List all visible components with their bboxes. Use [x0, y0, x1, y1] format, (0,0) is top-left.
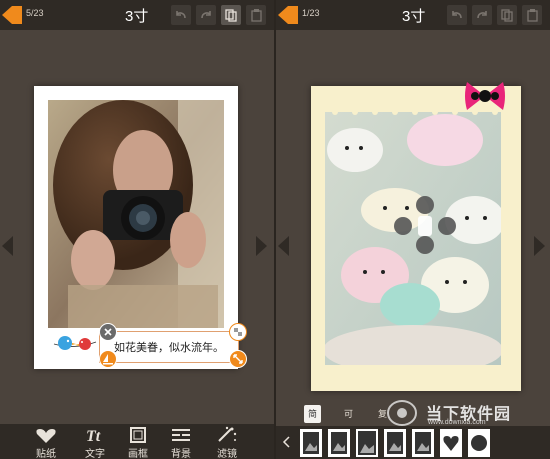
tab-cute[interactable]: 可爱	[340, 405, 357, 437]
next-page-arrow-icon[interactable]	[256, 236, 268, 256]
back-arrow-icon	[278, 6, 298, 24]
paste-button[interactable]	[246, 5, 266, 25]
redo-icon	[477, 11, 487, 19]
marshmallow-photo[interactable]	[325, 100, 501, 365]
prev-page-arrow-icon[interactable]	[2, 236, 14, 256]
back-arrow-icon	[2, 6, 22, 24]
top-bar: 1/23 3寸	[276, 0, 550, 30]
undo-icon	[176, 11, 186, 19]
style-handle[interactable]	[229, 323, 247, 341]
undo-icon	[452, 11, 462, 19]
copy-button[interactable]	[497, 5, 517, 25]
frame-thumbnail[interactable]	[356, 429, 378, 457]
frame-preview-icon	[415, 432, 431, 454]
filter-sparkle-icon	[218, 426, 237, 442]
checker-icon	[234, 328, 242, 336]
marshmallow-image	[325, 100, 501, 365]
background-icon	[172, 429, 190, 441]
scroll-left-icon[interactable]	[282, 436, 290, 448]
frame-preview-icon	[387, 432, 403, 454]
tool-label: 文字	[85, 449, 105, 459]
portrait-photo[interactable]	[48, 100, 224, 328]
tool-background[interactable]: 背景	[161, 426, 201, 459]
back-button[interactable]	[276, 4, 298, 26]
left-editor-screen: 5/23 3寸 如花美眷，似水流年。 贴纸 Tt 文字 画框 背景 滤镜	[0, 0, 274, 459]
align-handle[interactable]	[99, 350, 117, 368]
copy-icon	[225, 9, 237, 22]
tool-label: 滤镜	[217, 449, 237, 459]
tool-sticker[interactable]: 贴纸	[26, 426, 66, 459]
photo-frame[interactable]	[311, 82, 521, 391]
page-counter: 1/23	[302, 8, 320, 18]
undo-button[interactable]	[447, 5, 467, 25]
paste-icon	[527, 9, 538, 22]
tool-label: 背景	[171, 449, 191, 459]
paste-icon	[251, 9, 262, 22]
svg-text:Tt: Tt	[86, 428, 101, 444]
birds-sticker[interactable]	[52, 332, 98, 358]
resize-handle[interactable]	[229, 350, 247, 368]
heart-sticker-icon	[36, 429, 56, 443]
frame-thumbnail-strip	[276, 426, 550, 459]
copy-button[interactable]	[221, 5, 241, 25]
back-button[interactable]	[0, 4, 22, 26]
frame-thumbnail[interactable]	[440, 429, 462, 457]
text-tt-icon: Tt	[86, 428, 101, 444]
prev-page-arrow-icon[interactable]	[278, 236, 290, 256]
sailboat-icon	[103, 354, 113, 365]
tool-frame[interactable]: 画框	[118, 426, 158, 459]
frame-thumbnail[interactable]	[412, 429, 434, 457]
camera-girl-image	[48, 100, 224, 328]
frame-preview-icon	[331, 432, 347, 454]
frame-thumbnail[interactable]	[468, 429, 490, 457]
redo-button[interactable]	[196, 5, 216, 25]
size-title: 3寸	[125, 8, 149, 25]
undo-button[interactable]	[171, 5, 191, 25]
caption-text[interactable]: 如花美眷，似水流年。	[114, 339, 224, 355]
frame-icon	[130, 427, 146, 443]
close-icon	[104, 328, 112, 336]
size-title: 3寸	[402, 8, 426, 25]
bow-sticker[interactable]	[463, 78, 507, 114]
next-page-arrow-icon[interactable]	[534, 236, 546, 256]
watermark-url: www.downxia.com	[428, 419, 486, 426]
delete-handle[interactable]	[99, 323, 117, 341]
redo-button[interactable]	[472, 5, 492, 25]
frame-thumbnail[interactable]	[384, 429, 406, 457]
photo-frame[interactable]: 如花美眷，似水流年。	[34, 86, 247, 369]
tool-text[interactable]: Tt 文字	[75, 426, 115, 459]
copy-icon	[501, 9, 513, 22]
tab-simple[interactable]: 简约	[304, 405, 322, 437]
frame-thumbnail[interactable]	[300, 429, 322, 457]
right-editor-screen: 1/23 3寸 简 可 复 当下软件园 www.downxia.com	[276, 0, 550, 459]
tool-filter[interactable]: 滤镜	[207, 426, 247, 459]
frame-preview-icon	[358, 431, 376, 455]
frame-thumbnail[interactable]	[328, 429, 350, 457]
redo-icon	[201, 11, 211, 19]
circle-frame-icon	[471, 435, 487, 451]
page-counter: 5/23	[26, 8, 44, 18]
paste-button[interactable]	[522, 5, 542, 25]
tool-label: 贴纸	[36, 449, 56, 459]
top-bar: 5/23 3寸	[0, 0, 274, 30]
tool-label: 画框	[128, 449, 148, 459]
resize-arrows-icon	[233, 354, 243, 364]
frame-preview-icon	[303, 432, 319, 454]
tool-bar: 贴纸 Tt 文字 画框 背景 滤镜	[0, 424, 274, 459]
heart-frame-icon	[443, 436, 459, 451]
